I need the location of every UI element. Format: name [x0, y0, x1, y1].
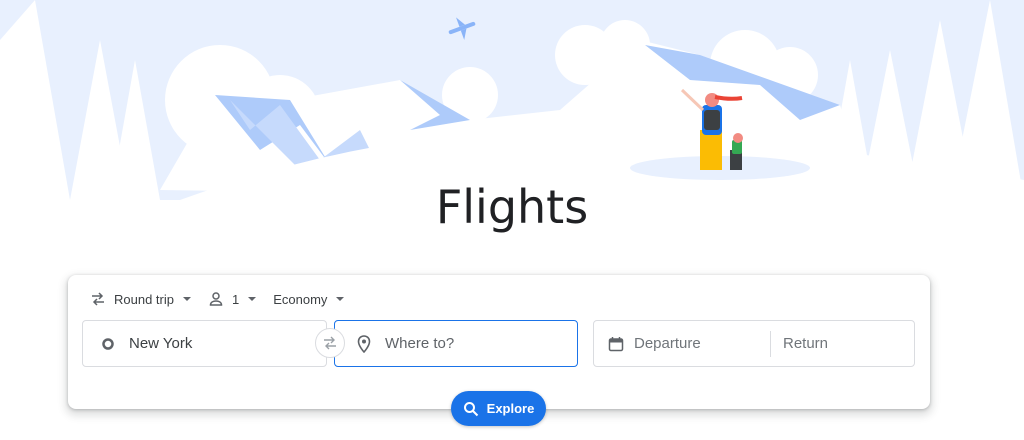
search-card: Round trip 1 Economy New York Where to? … — [68, 275, 930, 409]
person-icon — [208, 291, 224, 307]
passengers-count: 1 — [231, 291, 240, 307]
date-divider — [770, 330, 771, 357]
departure-input[interactable]: Departure — [634, 335, 754, 352]
caret-down-icon — [335, 296, 345, 302]
circle-outline-icon — [101, 337, 115, 351]
cabin-class-select[interactable]: Economy — [273, 292, 345, 307]
swap-horiz-icon — [322, 335, 338, 351]
page-title: Flights — [435, 180, 589, 234]
origin-field[interactable]: New York — [82, 320, 327, 367]
destination-placeholder: Where to? — [385, 335, 455, 352]
caret-down-icon — [182, 296, 192, 302]
explore-button[interactable]: Explore — [451, 391, 546, 426]
cabin-class-label: Economy — [273, 291, 328, 307]
trip-options-row: Round trip 1 Economy — [90, 289, 361, 309]
trip-type-select[interactable]: Round trip — [90, 291, 192, 307]
trip-type-label: Round trip — [114, 291, 174, 307]
swap-airports-button[interactable] — [315, 328, 345, 358]
caret-down-icon — [247, 296, 257, 302]
return-input[interactable]: Return — [783, 335, 828, 352]
passengers-select[interactable]: 1 — [208, 291, 257, 307]
date-fields: Departure Return — [593, 320, 915, 367]
explore-label: Explore — [486, 401, 535, 416]
swap-horiz-icon — [90, 291, 106, 307]
search-icon — [463, 401, 479, 417]
location-pin-icon — [357, 334, 371, 353]
calendar-icon — [608, 336, 624, 352]
destination-field[interactable]: Where to? — [334, 320, 578, 367]
origin-value: New York — [129, 335, 193, 352]
hero-illustration — [0, 0, 1024, 200]
